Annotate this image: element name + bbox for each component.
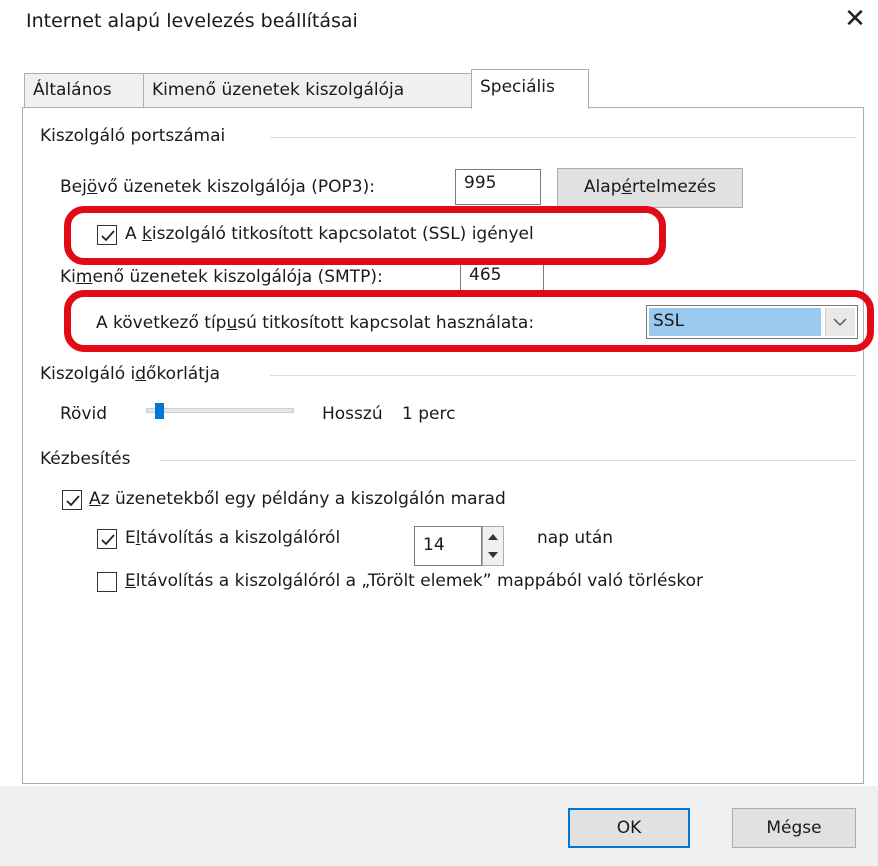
remove-after-label[interactable]: Eltávolítás a kiszolgálóról <box>125 528 340 548</box>
incoming-port-input[interactable]: 995 <box>455 169 541 205</box>
timeout-short-label: Rövid <box>60 404 108 424</box>
encryption-type-select[interactable]: SSL <box>646 305 858 339</box>
ssl-required-checkbox[interactable] <box>97 225 117 245</box>
ports-group-label: Kiszolgáló portszámai <box>40 126 234 146</box>
checkmark-icon <box>101 230 115 242</box>
outgoing-port-label: Kimenő üzenetek kiszolgálója (SMTP): <box>60 267 383 287</box>
ssl-required-label[interactable]: A kiszolgáló titkosított kapcsolatot (SS… <box>125 224 534 244</box>
tab-panel <box>22 107 864 784</box>
days-input[interactable]: 14 <box>414 526 482 566</box>
keep-copy-checkbox[interactable] <box>62 490 82 510</box>
encryption-type-value: SSL <box>649 308 821 336</box>
timeout-slider-track[interactable] <box>146 408 294 413</box>
timeout-group-label: Kiszolgáló időkorlátja <box>40 364 229 384</box>
ports-group-line <box>270 137 856 138</box>
days-suffix-label: nap után <box>537 528 614 548</box>
close-icon[interactable]: ✕ <box>840 4 870 34</box>
timeout-slider-thumb[interactable] <box>154 403 164 419</box>
encryption-type-label: A következő típusú titkosított kapcsolat… <box>96 313 535 333</box>
timeout-group-line <box>270 375 856 376</box>
delivery-group-label: Kézbesítés <box>40 449 139 469</box>
days-spinner[interactable] <box>482 526 504 566</box>
checkmark-icon <box>66 495 80 507</box>
checkmark-icon <box>101 534 115 546</box>
tab-outgoing-server[interactable]: Kimenő üzenetek kiszolgálója <box>143 73 472 107</box>
incoming-port-label: Bejövő üzenetek kiszolgálója (POP3): <box>60 177 375 197</box>
default-button[interactable]: Alapértelmezés <box>557 168 743 208</box>
spin-up-icon[interactable] <box>483 527 503 546</box>
tab-advanced[interactable]: Speciális <box>471 69 589 109</box>
timeout-value: 1 perc <box>402 404 456 424</box>
outgoing-port-input[interactable]: 465 <box>460 261 544 297</box>
keep-copy-label[interactable]: Az üzenetekből egy példány a kiszolgálón… <box>89 489 506 509</box>
ok-button[interactable]: OK <box>568 808 690 848</box>
timeout-long-label: Hosszú <box>322 404 383 424</box>
spin-down-icon[interactable] <box>483 546 503 565</box>
dialog-title: Internet alapú levelezés beállításai <box>26 10 358 32</box>
delivery-group-line <box>160 460 856 461</box>
remove-after-checkbox[interactable] <box>97 529 117 549</box>
tab-general[interactable]: Általános <box>24 73 144 107</box>
chevron-down-icon[interactable] <box>825 308 855 336</box>
cancel-button[interactable]: Mégse <box>732 808 856 848</box>
remove-deleted-label[interactable]: Eltávolítás a kiszolgálóról a „Törölt el… <box>125 571 703 591</box>
remove-deleted-checkbox[interactable] <box>97 572 117 592</box>
